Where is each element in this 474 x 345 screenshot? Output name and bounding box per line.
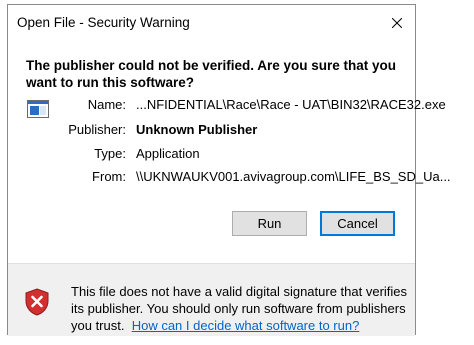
warning-heading: The publisher could not be verified. Are… bbox=[26, 58, 397, 90]
title-bar[interactable]: Open File - Security Warning bbox=[8, 5, 415, 40]
run-button[interactable]: Run bbox=[232, 211, 307, 236]
name-value: ...NFIDENTIAL\Race\Race - UAT\BIN32\RACE… bbox=[136, 97, 446, 112]
publisher-label: Publisher: bbox=[68, 122, 126, 137]
shield-warning-icon bbox=[25, 288, 49, 316]
from-label: From: bbox=[92, 169, 126, 184]
close-button[interactable] bbox=[379, 5, 415, 40]
type-value: Application bbox=[136, 146, 200, 161]
cancel-button[interactable]: Cancel bbox=[320, 211, 395, 236]
name-label: Name: bbox=[87, 97, 126, 112]
from-value: \\UKNWAUKV001.avivagroup.com\LIFE_BS_SD_… bbox=[136, 169, 451, 184]
type-label: Type: bbox=[94, 146, 126, 161]
footer-panel: This file does not have a valid digital … bbox=[8, 263, 415, 336]
security-warning-dialog: Open File - Security Warning The publish… bbox=[7, 4, 451, 336]
publisher-value: Unknown Publisher bbox=[136, 122, 258, 137]
close-icon bbox=[392, 18, 402, 28]
footer-message: This file does not have a valid digital … bbox=[71, 283, 411, 334]
help-link[interactable]: How can I decide what software to run? bbox=[132, 318, 360, 333]
window-title: Open File - Security Warning bbox=[17, 15, 190, 30]
